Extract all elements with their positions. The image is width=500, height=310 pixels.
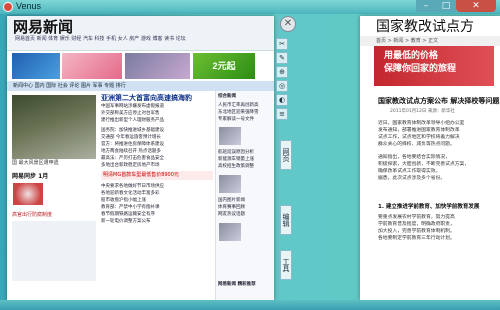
ad-line: 保障你回家的旅程 [384, 64, 457, 74]
sidebar-thumbnail[interactable] [219, 127, 241, 145]
right-page-panel[interactable]: 国家教改试点方 首页 > 新闻 > 教育 > 正文 用最低的价格 保障你回家的旅… [360, 16, 500, 300]
article-paragraph: 近日，国家教育体制改革领导小组办公室 [378, 121, 465, 126]
tab-tools[interactable]: 工具 [280, 250, 292, 280]
news-item[interactable]: 教育部：严禁中小学有偿补课 [101, 204, 211, 211]
close-button[interactable]: ✕ [456, 0, 496, 12]
news-item[interactable]: 股市收盘沪指小幅上涨 [101, 197, 211, 204]
sidebar-item[interactable]: 东北地区迎来强降雪 [218, 109, 270, 116]
photo-caption[interactable]: 国 最大风景区遭申遗 [12, 159, 96, 167]
news-item[interactable]: 中国军事网站涉嫌发布虚假报道 [101, 103, 211, 110]
sidebar-item[interactable]: 航班延误原因分析 [218, 149, 270, 156]
sidebar-thumbnail[interactable] [219, 223, 241, 241]
section-thumbnail[interactable] [13, 183, 43, 205]
banner-ad[interactable]: 2元起 [193, 53, 255, 79]
sidebar-item[interactable]: 高校招生政策调整 [218, 163, 270, 170]
promo-line[interactable]: 明清MG首款车型最低售价8900元 [101, 171, 213, 180]
news-item[interactable]: 国务院：加快推进城乡基础建设 [101, 127, 211, 134]
left-page-panel[interactable]: 网易新闻 网易首页 新闻 体育 娱乐 财经 汽车 科技 手机 女人 房产 游戏 … [7, 16, 274, 300]
news-photo[interactable] [12, 95, 96, 159]
site-header: 网易新闻 网易首页 新闻 体育 娱乐 财经 汽车 科技 手机 女人 房产 游戏 … [7, 16, 274, 51]
headline[interactable]: 亚洲第二大首富向高速搞海豹 [101, 93, 192, 103]
banner-ads: 2元起 [7, 51, 274, 81]
app-window: Venus – □ ✕ 网易新闻 网易首页 新闻 体育 娱乐 财经 汽车 科技 … [0, 0, 500, 310]
article-paragraph: 各地要制定学前教育三年行动计划。 [378, 236, 455, 241]
sidebar-item[interactable]: 体育赛事回顾 [218, 204, 270, 211]
top-nav[interactable]: 网易首页 新闻 体育 娱乐 财经 汽车 科技 手机 女人 房产 游戏 博客 读书… [15, 35, 265, 47]
news-item[interactable]: 新一轮电价调整方案公布 [101, 218, 211, 225]
news-item[interactable]: 建行推出新型个人理财服务产品 [101, 117, 211, 124]
site-logo[interactable]: 网易新闻 [13, 16, 73, 37]
news-item[interactable]: 多地出台新政稳定房地产市场 [101, 162, 211, 169]
news-content: 国 最大风景区遭申遗 亚洲第二大首富向高速搞海豹 中国军事网站涉嫌发布虚假报道 … [7, 91, 274, 300]
sidebar-item[interactable]: 新能源车销量上涨 [218, 156, 270, 163]
article-paragraph: 试点工作，试点地区和学校将着力解决 [378, 135, 460, 140]
article-meta: 2011年01月12日 来源：新华社 [390, 109, 455, 114]
maximize-button[interactable]: □ [436, 0, 456, 12]
section-title[interactable]: 网易同步 1月 [12, 171, 48, 180]
tab-webpage[interactable]: 网页 [280, 140, 292, 170]
news-item[interactable]: 交通部 今年春运旅客预计增长 [101, 134, 211, 141]
right-banner-ad[interactable]: 用最低的价格 保障你回家的旅程 [374, 46, 494, 86]
news-item[interactable]: 官方：将推进住房保障体系建设 [101, 141, 211, 148]
article-paragraph: 加大投入，完善学前教育体制机制。 [378, 229, 455, 234]
left-news-block [12, 221, 96, 281]
right-breadcrumb[interactable]: 首页 > 新闻 > 教育 > 正文 [360, 36, 500, 46]
news-sidebar: 综合新闻 人民币汇率再创新高 东北地区迎来强降雪 专家解读一号文件 航班延误原因… [215, 91, 273, 300]
section-link[interactable]: 高官出行防腐制度 [12, 211, 52, 218]
article-paragraph: 据悉，此次试点涉及多个省份。 [378, 176, 446, 181]
ad-line: 用最低的价格 [384, 51, 439, 61]
minimize-button[interactable]: – [416, 0, 436, 12]
tab-edit[interactable]: 编辑 [280, 205, 292, 235]
banner-ad[interactable] [125, 53, 190, 79]
banner-ad[interactable] [62, 53, 122, 79]
article-paragraph: 确保改革试点工作取得实效。 [378, 169, 441, 174]
sidebar-item[interactable]: 专家解读一号文件 [218, 116, 270, 123]
news-item[interactable]: 最高法：严厉打击危害食品安全 [101, 155, 211, 162]
sidebar-item[interactable]: 人民币汇率再创新高 [218, 102, 270, 109]
bottom-strip [0, 300, 500, 310]
menu-tool-icon[interactable]: ≡ [276, 108, 288, 120]
add-tool-icon[interactable]: ⊕ [276, 66, 288, 78]
news-item[interactable]: 中央要求各地做好节日市场供应 [101, 183, 211, 190]
article-paragraph: 群众关心的择校、减负等热点问题。 [378, 142, 455, 147]
title-bar[interactable]: Venus – □ ✕ [0, 0, 500, 14]
banner-ad[interactable] [12, 53, 60, 79]
cut-tool-icon[interactable]: ✂ [276, 38, 288, 50]
article-subheading: 1. 建立推进学前教育、加快学前教育发展 [378, 204, 480, 210]
article-paragraph: 通知指出，各地要结合实际情况， [378, 155, 450, 160]
sidebar-thumbnail[interactable] [219, 175, 241, 193]
article-paragraph: 发布通知，部署推进国家教育体制改革 [378, 128, 460, 133]
edit-tool-icon[interactable]: ✎ [276, 52, 288, 64]
article-paragraph: 要重点发展农村学前教育，努力提高 [378, 215, 455, 220]
article-paragraph: 积极探索，大胆创新，不断完善试点方案， [378, 162, 470, 167]
sidebar-item[interactable]: 国内图片新闻 [218, 197, 270, 204]
app-logo-icon [3, 2, 13, 12]
watermark: www.itxxz.com [395, 290, 441, 297]
article-headline: 国家教改试点方案公布 解决择校等问题 [378, 97, 500, 105]
channel-nav[interactable]: 新闻中心 国内 国际 社会 评论 图片 军事 专题 排行 [7, 81, 274, 91]
target-tool-icon[interactable]: ◎ [276, 80, 288, 92]
sidebar-title: 综合新闻 [218, 94, 236, 99]
sidebar-footer[interactable]: 网易新闻 精彩推荐 [218, 281, 270, 288]
contrast-tool-icon[interactable]: ◐ [276, 94, 288, 106]
right-page-title: 国家教改试点方 [376, 19, 474, 35]
news-item[interactable]: 春节假期铁路运输安全有序 [101, 211, 211, 218]
sidebar-item[interactable]: 网友热议话题 [218, 211, 270, 218]
news-item[interactable]: 外交部称美方应停止对台军售 [101, 110, 211, 117]
news-item[interactable]: 地方两会陆续召开 热点话题多 [101, 148, 211, 155]
window-title: Venus [16, 1, 42, 11]
news-item[interactable]: 各地迎新春文化活动丰富多彩 [101, 190, 211, 197]
article-paragraph: 学前教育普及程度，明确政府职责， [378, 222, 455, 227]
